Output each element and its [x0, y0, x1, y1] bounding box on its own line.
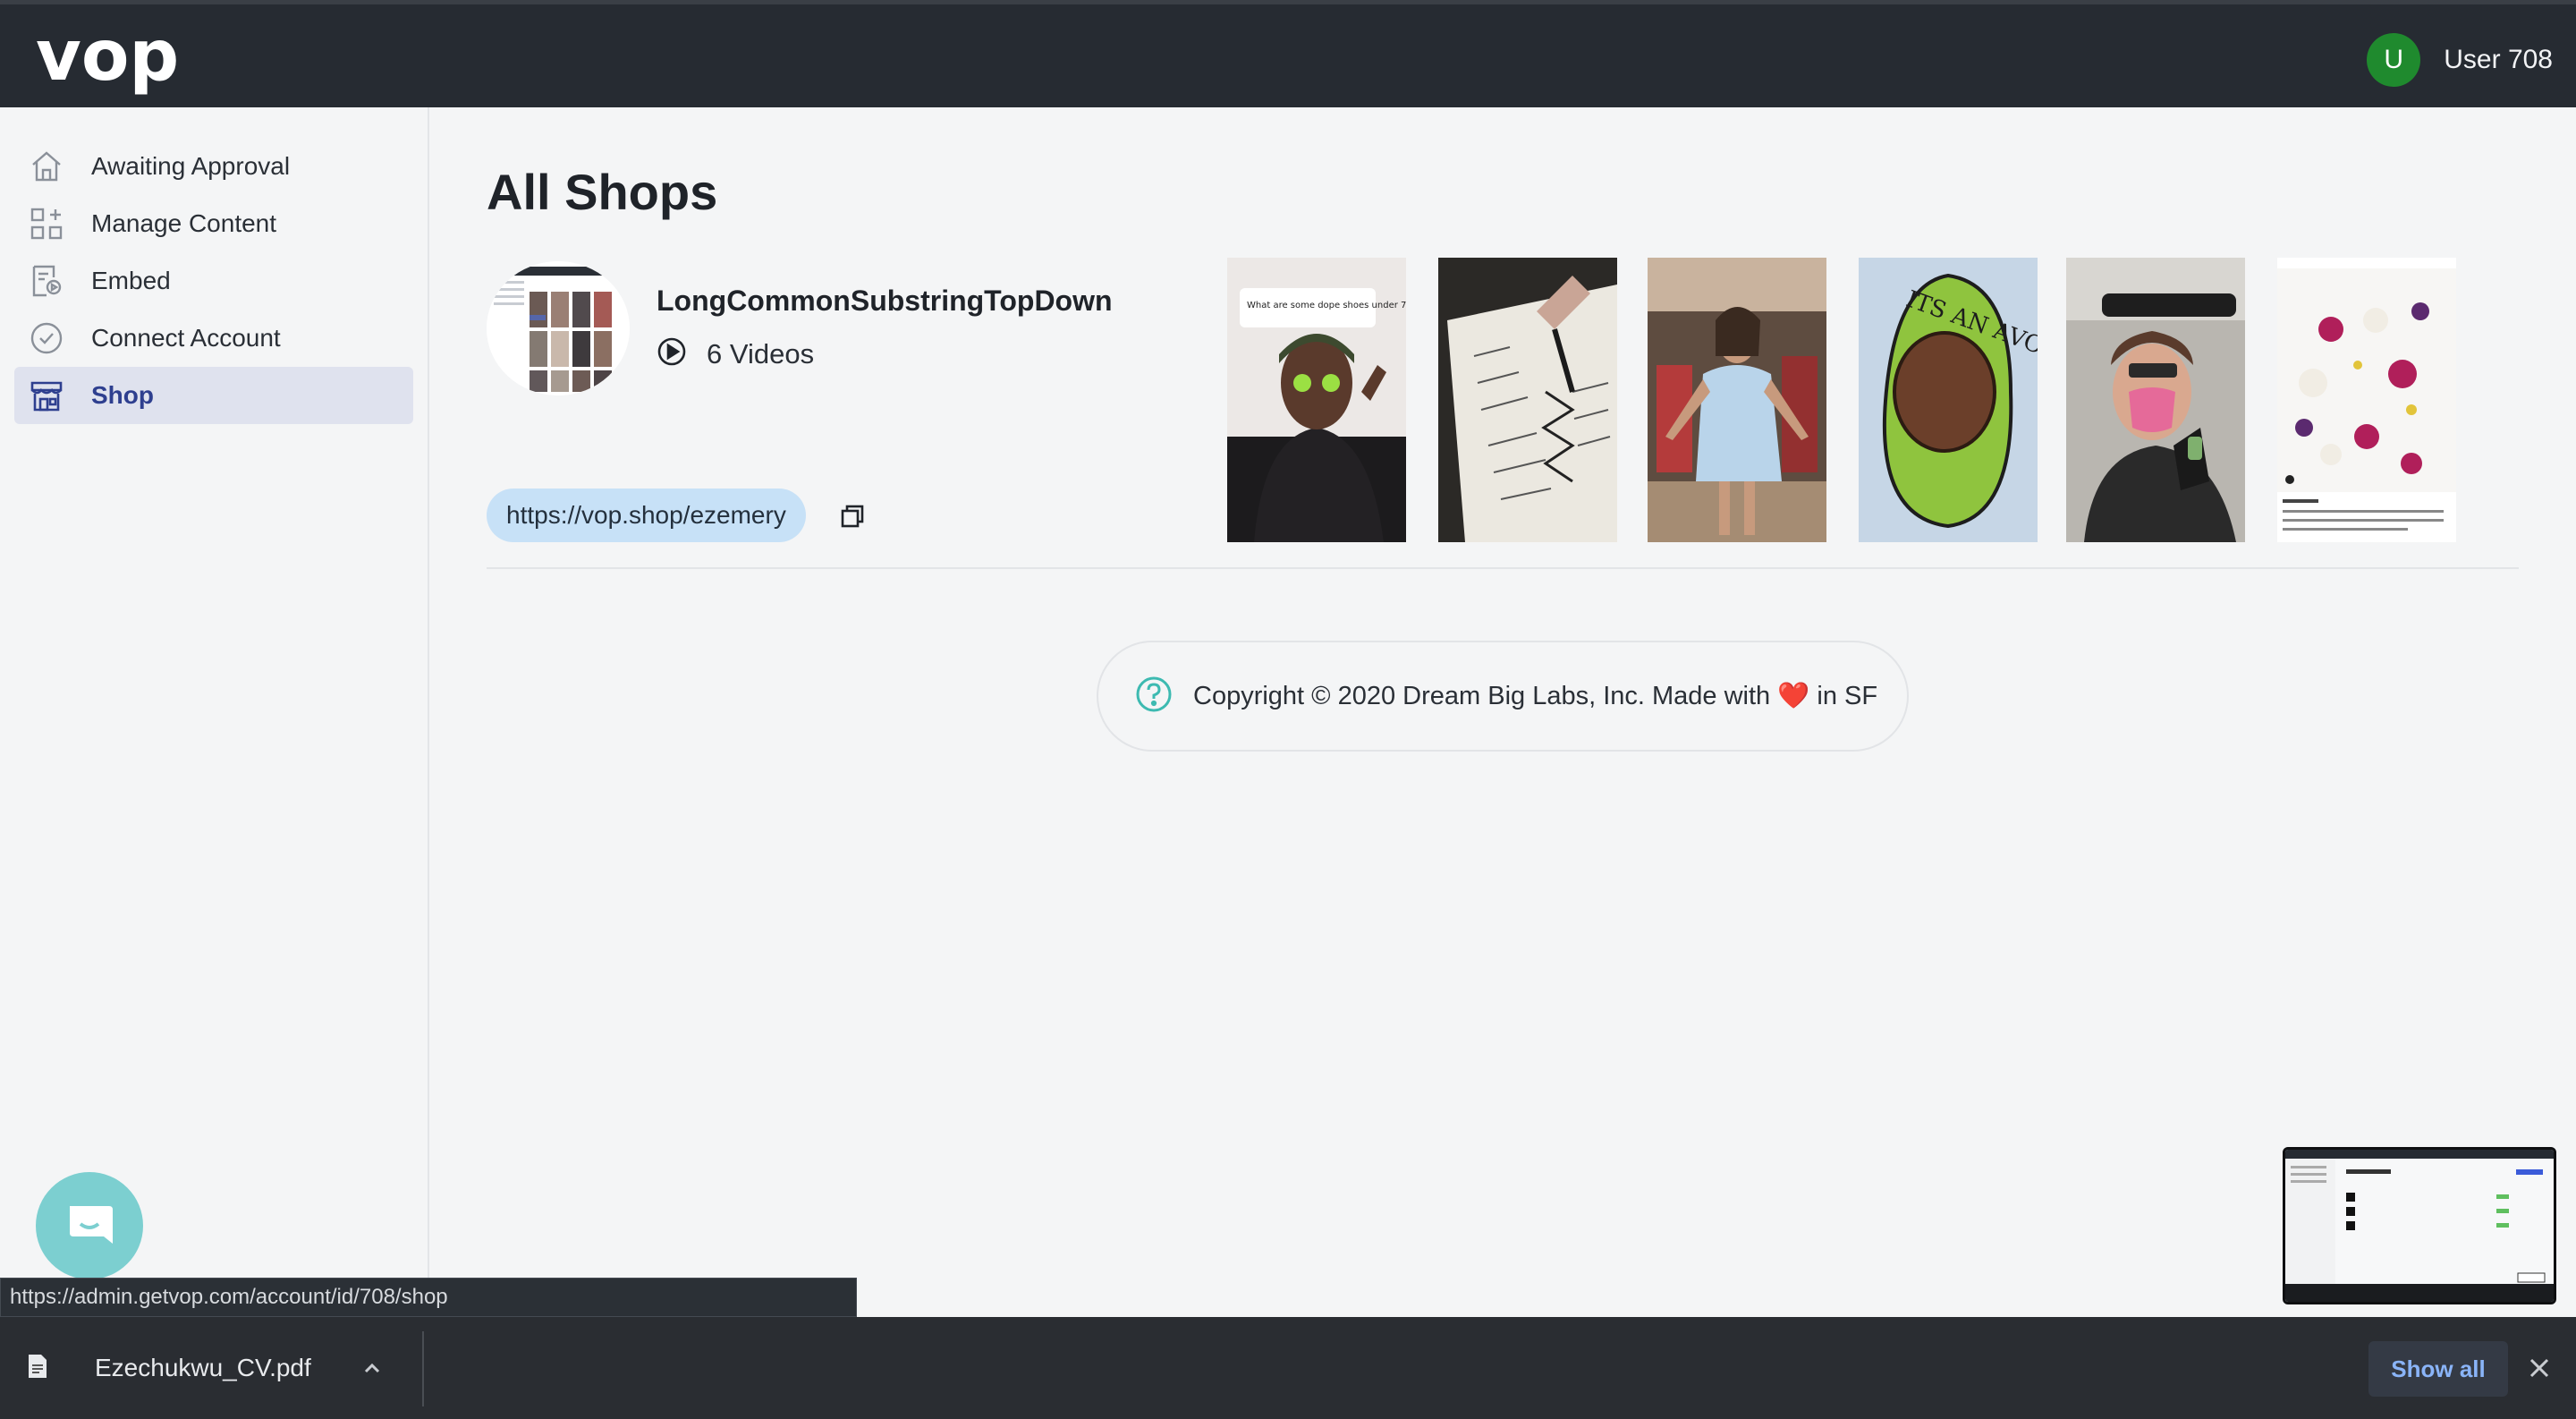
download-item[interactable]: Ezechukwu_CV.pdf — [27, 1317, 383, 1419]
grid-plus-icon — [27, 204, 66, 243]
svg-text:vop: vop — [36, 24, 179, 96]
shop-name[interactable]: LongCommonSubstringTopDown — [657, 285, 1113, 318]
check-circle-icon — [27, 319, 66, 358]
user-name[interactable]: User 708 — [2444, 45, 2553, 75]
video-tile[interactable] — [2277, 258, 2456, 542]
home-icon — [27, 147, 66, 186]
copyright-text: Copyright © 2020 Dream Big Labs, Inc. Ma… — [1193, 682, 1878, 710]
page-title: All Shops — [487, 164, 718, 220]
sidebar: Awaiting Approval Manage Content Embed C… — [0, 107, 429, 1315]
screen-preview-thumbnail[interactable] — [2283, 1147, 2556, 1304]
video-count-row: 6 Videos — [657, 336, 814, 371]
sidebar-item-label: Embed — [91, 267, 171, 294]
avatar[interactable]: U — [2367, 33, 2421, 87]
help-circle-icon[interactable] — [1134, 675, 1174, 718]
close-icon[interactable] — [2528, 1356, 2551, 1380]
sidebar-item-manage-content[interactable]: Manage Content — [14, 195, 413, 252]
play-circle-icon — [657, 336, 687, 371]
download-bar: Ezechukwu_CV.pdf Show all — [0, 1317, 2576, 1419]
top-bar: vop U User 708 — [0, 0, 2576, 107]
video-tile[interactable] — [2066, 258, 2245, 542]
store-icon — [27, 376, 66, 415]
video-tile[interactable] — [1438, 258, 1617, 542]
shop-avatar[interactable] — [487, 261, 630, 395]
video-tile[interactable]: What are some dope shoes under 75$ — [1227, 258, 1406, 542]
divider — [487, 567, 2519, 569]
sidebar-item-label: Awaiting Approval — [91, 152, 291, 180]
download-filename: Ezechukwu_CV.pdf — [95, 1354, 311, 1381]
embed-icon — [27, 261, 66, 301]
sidebar-item-connect-account[interactable]: Connect Account — [14, 310, 413, 367]
chevron-up-icon[interactable] — [361, 1357, 383, 1379]
sidebar-item-label: Shop — [91, 381, 154, 409]
vop-logo[interactable]: vop — [36, 24, 188, 96]
divider — [422, 1331, 424, 1406]
sidebar-item-shop[interactable]: Shop — [14, 367, 413, 424]
chat-icon — [70, 1206, 113, 1244]
sidebar-item-embed[interactable]: Embed — [14, 252, 413, 310]
shop-url-link[interactable]: https://vop.shop/ezemery — [487, 489, 806, 542]
sidebar-item-label: Manage Content — [91, 209, 277, 237]
copy-icon[interactable] — [839, 503, 866, 530]
pdf-file-icon — [27, 1353, 48, 1384]
show-all-button[interactable]: Show all — [2368, 1341, 2508, 1397]
chat-launcher-button[interactable] — [36, 1172, 143, 1279]
status-url: https://admin.getvop.com/account/id/708/… — [0, 1278, 857, 1317]
svg-text:What are some dope shoes under: What are some dope shoes under 75$ — [1247, 301, 1406, 310]
user-menu[interactable]: U User 708 — [2367, 33, 2553, 87]
copyright-pill: Copyright © 2020 Dream Big Labs, Inc. Ma… — [1097, 641, 1909, 752]
sidebar-item-label: Connect Account — [91, 324, 281, 352]
video-count: 6 Videos — [707, 337, 815, 370]
sidebar-item-awaiting-approval[interactable]: Awaiting Approval — [14, 138, 413, 195]
heart-icon: ❤️ — [1777, 682, 1810, 710]
video-tile[interactable]: ITS AN AVOCADO... THAAANKS — [1859, 258, 2038, 542]
video-tile[interactable] — [1648, 258, 1826, 542]
